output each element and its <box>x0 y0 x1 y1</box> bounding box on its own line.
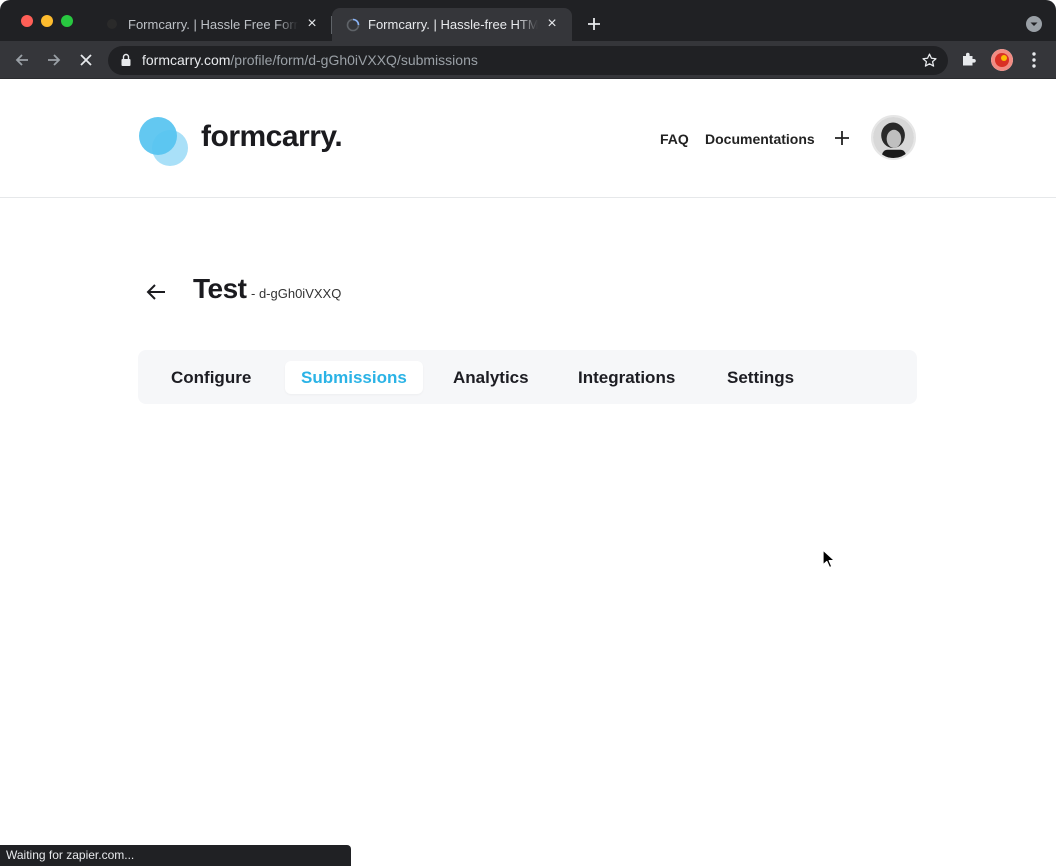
browser-window: Formcarry. | Hassle Free Forms × Formcar… <box>0 0 1056 866</box>
tab-configure[interactable]: Configure <box>155 361 267 394</box>
address-bar[interactable]: formcarry.com/profile/form/d-gGh0iVXXQ/s… <box>108 46 948 75</box>
forward-icon[interactable] <box>44 50 64 70</box>
tab-title: Formcarry. | Hassle Free Forms <box>128 17 298 32</box>
browser-tab-1[interactable]: Formcarry. | Hassle Free Forms × <box>92 8 332 42</box>
close-tab-icon[interactable]: × <box>304 16 320 32</box>
loading-spinner-icon <box>346 18 360 32</box>
status-bubble: Waiting for zapier.com... <box>0 845 351 866</box>
mouse-cursor-icon <box>822 549 836 569</box>
site-header: formcarry. FAQ Documentations <box>0 80 1056 198</box>
browser-toolbar: formcarry.com/profile/form/d-gGh0iVXXQ/s… <box>0 42 1056 79</box>
logo-text[interactable]: formcarry. <box>201 120 343 154</box>
stop-loading-icon[interactable] <box>76 50 96 70</box>
back-arrow-icon[interactable] <box>145 282 167 302</box>
back-icon[interactable] <box>12 50 32 70</box>
form-tabs: Configure Submissions Analytics Integrat… <box>138 350 917 404</box>
add-form-plus-icon[interactable] <box>832 128 852 148</box>
formcarry-logo-icon[interactable] <box>138 116 190 168</box>
form-id: - d-gGh0iVXXQ <box>251 286 342 301</box>
close-tab-icon[interactable]: × <box>544 16 560 32</box>
url-text[interactable]: formcarry.com/profile/form/d-gGh0iVXXQ/s… <box>142 52 478 68</box>
user-avatar[interactable] <box>871 115 916 160</box>
extensions-puzzle-icon[interactable] <box>960 50 978 68</box>
tab-settings[interactable]: Settings <box>711 361 810 394</box>
browser-tab-2[interactable]: Formcarry. | Hassle-free HTML × <box>332 8 572 42</box>
tab-strip: Formcarry. | Hassle Free Forms × Formcar… <box>0 0 1056 42</box>
maximize-window-button[interactable] <box>61 15 73 27</box>
nav-faq-link[interactable]: FAQ <box>660 131 689 147</box>
tab-submissions[interactable]: Submissions <box>285 361 423 394</box>
lock-icon[interactable] <box>120 53 132 67</box>
formcarry-favicon <box>107 19 117 29</box>
page-content: formcarry. FAQ Documentations Test - d-g… <box>0 80 1056 866</box>
nav-documentations-link[interactable]: Documentations <box>705 131 815 147</box>
minimize-window-button[interactable] <box>41 15 53 27</box>
tab-analytics[interactable]: Analytics <box>437 361 545 394</box>
browser-menu-icon[interactable] <box>1026 50 1042 70</box>
tab-integrations[interactable]: Integrations <box>562 361 691 394</box>
tab-title: Formcarry. | Hassle-free HTML <box>368 17 538 32</box>
new-tab-icon[interactable] <box>584 14 604 34</box>
tab-search-icon[interactable] <box>1026 16 1042 32</box>
close-window-button[interactable] <box>21 15 33 27</box>
bookmark-star-icon[interactable] <box>921 52 938 69</box>
form-title: Test <box>193 273 247 304</box>
browser-profile-avatar[interactable] <box>991 49 1013 71</box>
